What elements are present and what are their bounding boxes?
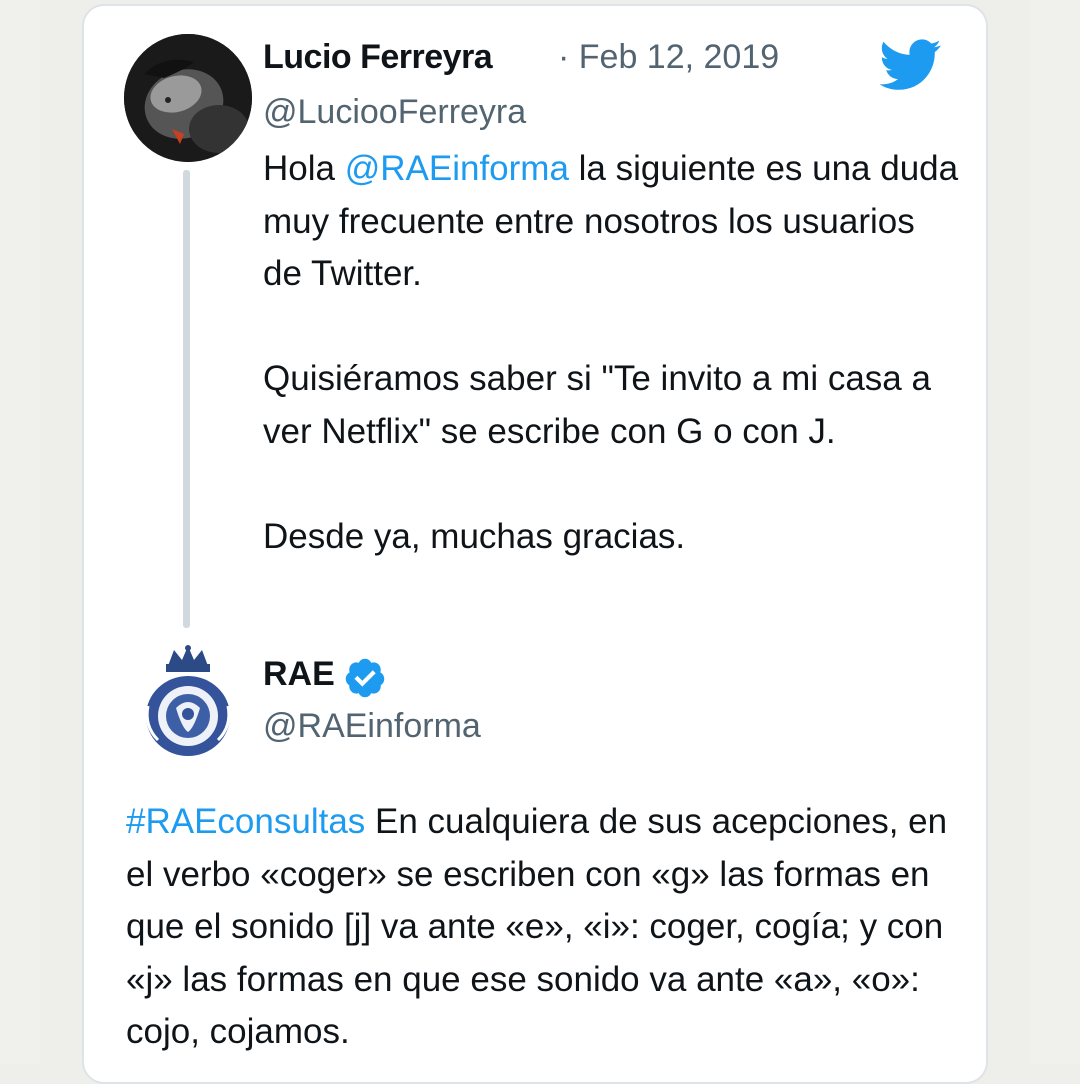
background-right <box>1030 0 1080 1064</box>
rae-crest-logo <box>124 636 252 764</box>
tweet-paragraph-question: Quisiéramos saber si "Te invito a mi cas… <box>263 359 941 451</box>
verified-badge-icon <box>345 658 385 698</box>
hashtag-link[interactable]: #RAEconsultas <box>126 802 365 841</box>
mention-link[interactable]: @RAEinforma <box>345 149 569 188</box>
background-left <box>0 0 40 1064</box>
avatar-photo <box>124 34 252 162</box>
user-avatar[interactable] <box>124 34 252 162</box>
reply-author-name[interactable]: RAE <box>263 655 335 694</box>
rae-avatar[interactable] <box>124 636 252 764</box>
tweet-date[interactable]: · Feb 12, 2019 <box>558 38 779 77</box>
thread-connector-line <box>183 170 190 628</box>
author-name[interactable]: Lucio Ferreyra <box>263 38 493 77</box>
reply-author-handle[interactable]: @RAEinforma <box>263 707 481 746</box>
tweet-paragraph-thanks: Desde ya, muchas gracias. <box>263 516 686 556</box>
twitter-bird-icon <box>880 39 941 90</box>
reply-body: #RAEconsultas En cualquiera de sus acepc… <box>126 796 966 1059</box>
greeting-text: Hola <box>263 149 345 188</box>
author-handle[interactable]: @LuciooFerreyra <box>263 93 526 132</box>
tweet-body: Hola @RAEinforma la siguiente es una dud… <box>263 143 963 563</box>
